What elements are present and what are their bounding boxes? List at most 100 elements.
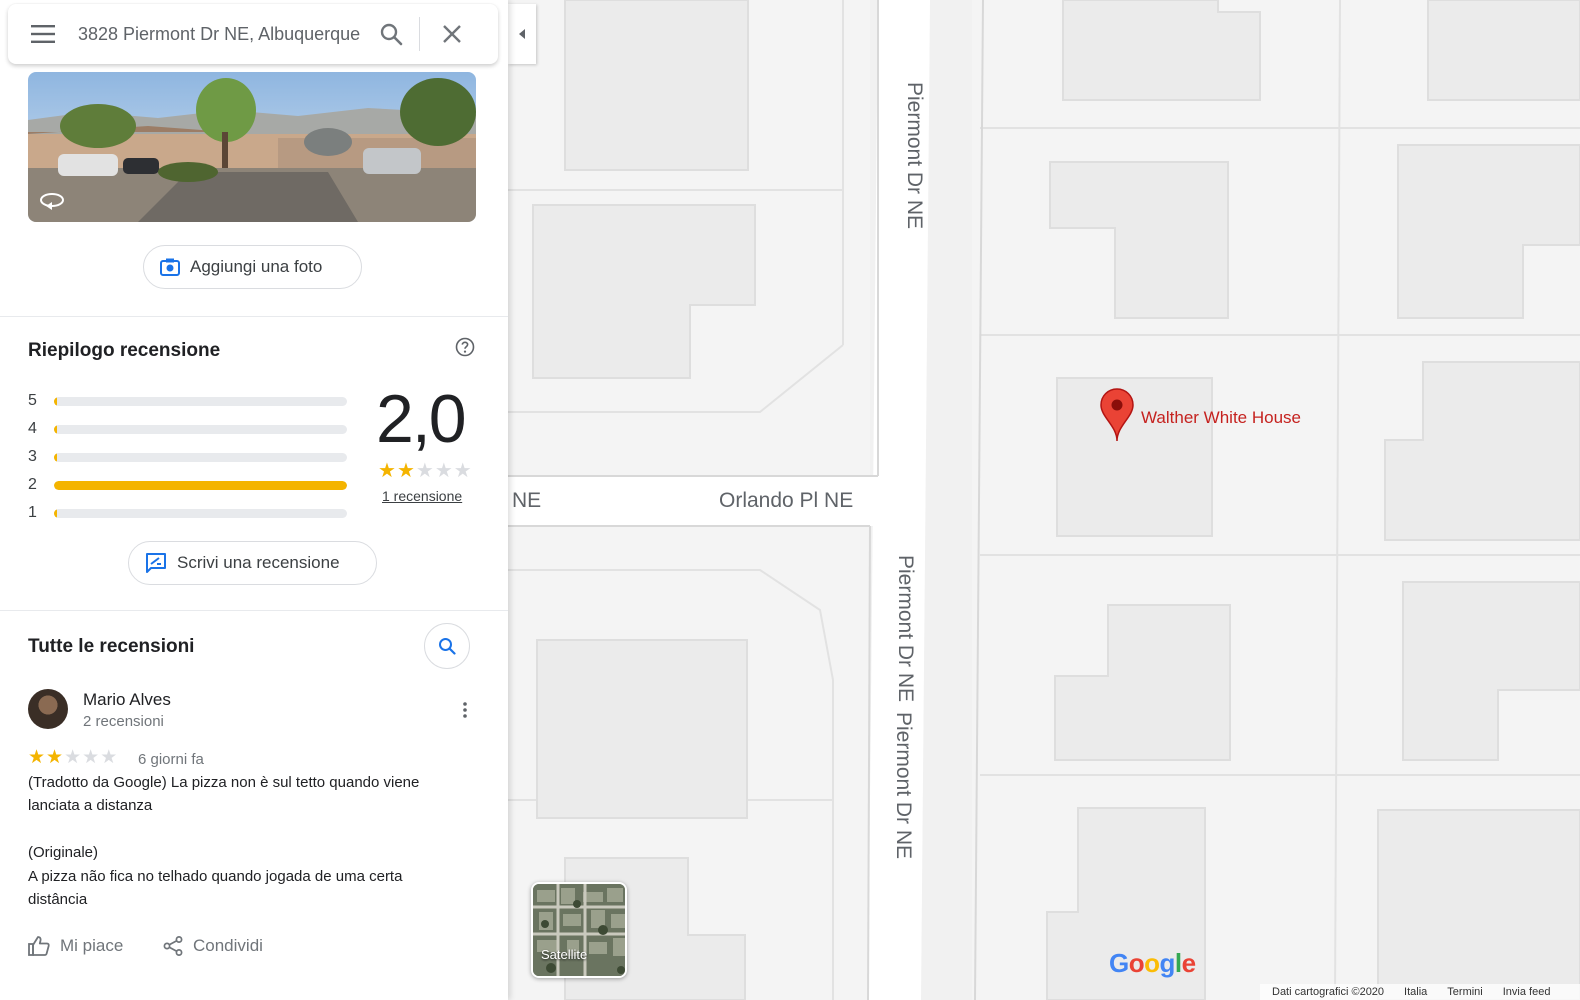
rating-bar-2[interactable]: 2 <box>28 475 348 495</box>
share-icon <box>163 936 183 956</box>
satellite-label: Satellite <box>541 947 588 962</box>
review-date: 6 giorni fa <box>138 751 204 768</box>
street-label-orlando: Orlando Pl NE <box>719 489 854 512</box>
rating-bar-label: 1 <box>28 504 37 521</box>
feedback-link[interactable]: Invia feed <box>1503 986 1551 998</box>
star-empty-icon: ★ <box>100 747 119 768</box>
side-panel: Aggiungi una foto Riepilogo recensione 5… <box>0 0 508 1000</box>
rating-bar-5[interactable]: 5 <box>28 391 348 411</box>
write-review-label: Scrivi una recensione <box>177 553 340 572</box>
more-vert-icon <box>463 702 467 718</box>
rate-review-icon <box>146 553 166 573</box>
star-filled-icon: ★ <box>396 460 416 482</box>
rating-bar-fill <box>54 424 57 434</box>
logo-letter: o <box>1128 948 1145 978</box>
360-rotate-icon[interactable] <box>38 190 66 212</box>
menu-icon <box>31 25 55 43</box>
reviewer-meta: 2 recensioni <box>83 713 164 730</box>
triangle-left-icon <box>519 29 525 39</box>
rating-bar-fill <box>54 508 57 518</box>
rating-bar-3[interactable]: 3 <box>28 447 348 467</box>
add-photo-label: Aggiungi una foto <box>190 257 323 276</box>
rating-bar-label: 4 <box>28 420 37 437</box>
street-label-piermont-bottom-1: Piermont Dr NE <box>894 555 917 703</box>
red-pin-icon[interactable] <box>1100 388 1134 442</box>
rating-bar-track <box>54 424 347 434</box>
map-footer: Dati cartografici ©2020 Italia Termini I… <box>1260 984 1580 1000</box>
camera-icon <box>160 258 180 276</box>
rating-bar-4[interactable]: 4 <box>28 419 348 439</box>
star-filled-icon: ★ <box>46 747 65 768</box>
rating-bar-fill <box>54 396 57 406</box>
satellite-toggle-button[interactable]: Satellite <box>531 882 627 978</box>
star-empty-icon: ★ <box>64 747 83 768</box>
rating-bar-1[interactable]: 1 <box>28 503 348 523</box>
review-translated-line: (Tradotto da Google) La pizza non è sul … <box>28 774 420 791</box>
logo-letter: G <box>1109 948 1129 978</box>
section-divider <box>0 316 508 317</box>
menu-button[interactable] <box>8 4 78 64</box>
rating-bar-track <box>54 480 347 490</box>
search-icon <box>380 23 403 46</box>
rating-bar-label: 2 <box>28 476 37 493</box>
search-input[interactable] <box>78 19 363 49</box>
star-filled-icon: ★ <box>28 747 47 768</box>
review-summary-title: Riepilogo recensione <box>28 340 221 361</box>
street-label-piermont-bottom-2: Piermont Dr NE <box>892 712 915 860</box>
share-label: Condividi <box>193 936 263 955</box>
reviewer-name[interactable]: Mario Alves <box>83 690 171 710</box>
rating-bar-track <box>54 508 347 518</box>
write-review-button[interactable]: Scrivi una recensione <box>128 541 377 585</box>
review-translated-line: lanciata a distanza <box>28 797 153 814</box>
logo-letter: o <box>1144 948 1160 978</box>
reviewer-avatar[interactable] <box>28 689 68 729</box>
summary-stars: ★★★★★ <box>378 458 473 483</box>
like-button[interactable]: Mi piace <box>28 936 123 956</box>
google-logo: Google <box>1109 948 1196 979</box>
rating-bar-track <box>54 452 347 462</box>
rating-bar-fill <box>54 480 347 490</box>
street-view-photo[interactable] <box>28 72 476 222</box>
star-empty-icon: ★ <box>453 460 473 482</box>
street-view-image <box>28 72 476 222</box>
star-empty-icon: ★ <box>415 460 435 482</box>
review-original-line: A pizza não fica no telhado quando jogad… <box>28 868 403 885</box>
place-label[interactable]: Walther White House <box>1141 408 1301 428</box>
review-original-header: (Originale) <box>28 844 99 861</box>
add-photo-button[interactable]: Aggiungi una foto <box>143 245 362 289</box>
review-count-link[interactable]: 1 recensione <box>382 488 462 504</box>
section-divider <box>0 610 508 611</box>
help-circle-icon[interactable] <box>455 337 475 357</box>
search-box <box>8 4 498 64</box>
street-label-orlando-partial: NE <box>512 489 542 512</box>
rating-bar-fill <box>54 452 57 462</box>
all-reviews-title: Tutte le recensioni <box>28 636 195 657</box>
terms-link[interactable]: Termini <box>1447 986 1482 998</box>
search-button[interactable] <box>363 4 419 64</box>
rating-bar-label: 5 <box>28 392 37 409</box>
review-search-button[interactable] <box>424 623 470 669</box>
logo-letter: g <box>1159 948 1176 978</box>
satellite-thumbnail-image <box>533 884 625 976</box>
map-data-credit: Dati cartografici ©2020 <box>1272 986 1385 998</box>
more-options-button[interactable] <box>455 698 475 722</box>
collapse-panel-button[interactable] <box>508 4 536 64</box>
star-empty-icon: ★ <box>434 460 454 482</box>
star-empty-icon: ★ <box>82 747 101 768</box>
share-button[interactable]: Condividi <box>163 936 263 956</box>
logo-letter: e <box>1181 948 1196 978</box>
country-link[interactable]: Italia <box>1404 986 1427 998</box>
close-icon <box>443 25 461 43</box>
thumb-up-icon <box>28 936 50 956</box>
close-button[interactable] <box>420 4 484 64</box>
rating-bar-track <box>54 396 347 406</box>
average-rating: 2,0 <box>376 381 467 457</box>
search-icon <box>439 638 456 655</box>
street-label-piermont-top: Piermont Dr NE <box>903 82 926 230</box>
review-original-line: distância <box>28 891 88 908</box>
logo-letter: l <box>1174 948 1182 978</box>
review-stars: ★★★★★ <box>28 746 118 769</box>
star-filled-icon: ★ <box>378 460 397 482</box>
rating-bar-label: 3 <box>28 448 37 465</box>
like-label: Mi piace <box>60 936 124 955</box>
